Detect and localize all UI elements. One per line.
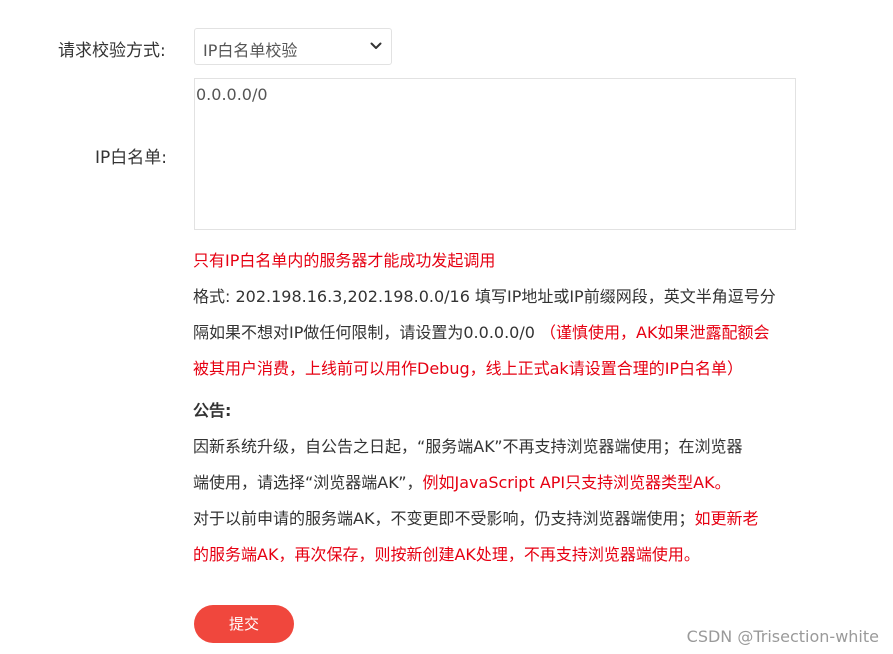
caution-text-continued: 被其用户消费，上线前可以用作Debug，线上正式ak请设置合理的IP白名单） — [193, 359, 744, 378]
whitelist-textarea[interactable]: 0.0.0.0/0 — [194, 78, 796, 230]
announcement-text: 对于以前申请的服务端AK，不变更即不受影响，仍支持浏览器端使用； — [193, 509, 695, 528]
whitelist-label: IP白名单: — [95, 148, 167, 168]
format-hint: 格式: 202.198.16.3,202.198.0.0/16 填写IP地址或I… — [193, 287, 776, 306]
format-hint-continued: 隔如果不想对IP做任何限制，请设置为0.0.0.0/0 （谨慎使用，AK如果泄露… — [193, 315, 823, 351]
format-hint-text: 隔如果不想对IP做任何限制，请设置为0.0.0.0/0 — [193, 323, 541, 342]
watermark: CSDN @Trisection-white — [686, 627, 879, 646]
announcement-highlight: 如更新老 — [694, 509, 759, 528]
announcement-highlight: 例如JavaScript API只支持浏览器类型AK。 — [422, 473, 731, 492]
method-label: 请求校验方式: — [58, 41, 166, 61]
help-notes: 只有IP白名单内的服务器才能成功发起调用 格式: 202.198.16.3,20… — [193, 243, 823, 573]
caution-text: （谨慎使用，AK如果泄露配额会 — [540, 323, 770, 342]
submit-button[interactable]: 提交 — [194, 605, 294, 643]
method-select[interactable]: IP白名单校验 — [194, 28, 392, 65]
announcement-text: 端使用，请选择“浏览器端AK”， — [193, 473, 423, 492]
method-select-value: IP白名单校验 — [203, 41, 298, 60]
announcement-line: 对于以前申请的服务端AK，不变更即不受影响，仍支持浏览器端使用；如更新老 — [193, 501, 823, 537]
announcement-line: 端使用，请选择“浏览器端AK”，例如JavaScript API只支持浏览器类型… — [193, 465, 823, 501]
whitelist-warning: 只有IP白名单内的服务器才能成功发起调用 — [193, 251, 496, 270]
announcement-highlight-line: 的服务端AK，再次保存，则按新创建AK处理，不再支持浏览器端使用。 — [193, 545, 700, 564]
announcement-line: 因新系统升级，自公告之日起，“服务端AK”不再支持浏览器端使用；在浏览器 — [193, 437, 743, 456]
chevron-down-icon — [370, 42, 382, 49]
announcement-title: 公告: — [193, 401, 232, 420]
